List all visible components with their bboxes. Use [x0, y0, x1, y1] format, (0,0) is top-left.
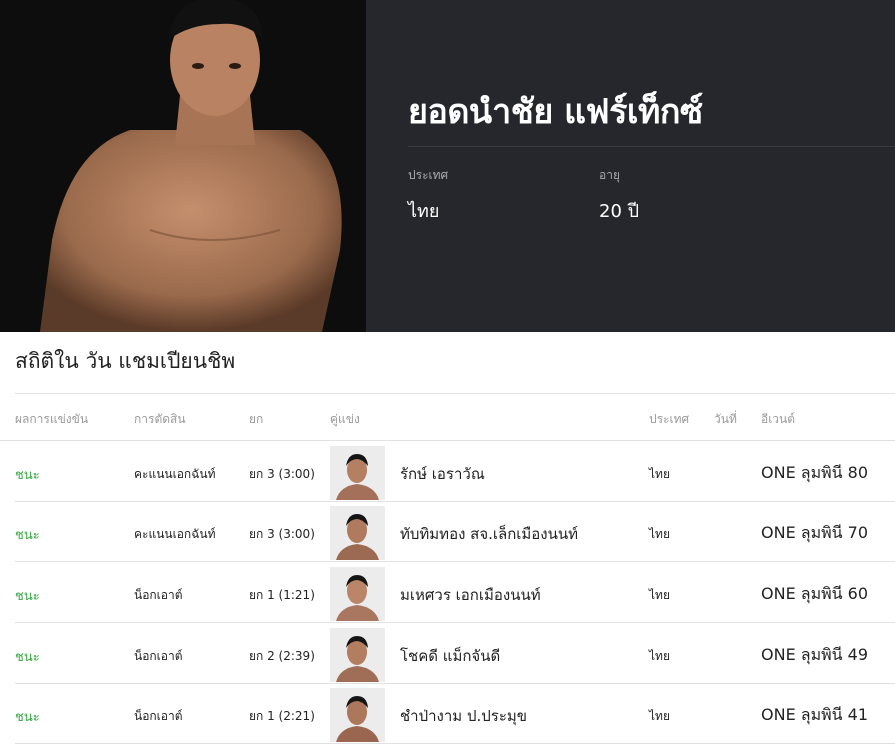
opponent-avatar[interactable] — [330, 506, 385, 560]
country-cell: ไทย — [649, 467, 670, 481]
opponent-avatar[interactable] — [330, 688, 385, 742]
age-label: อายุ — [599, 168, 620, 182]
country-cell: ไทย — [649, 527, 670, 541]
opponent-name[interactable]: มเหศวร เอกเมืองนนท์ — [400, 583, 541, 607]
opponent-portrait-icon — [330, 446, 385, 500]
result-cell: ชนะ — [15, 528, 40, 543]
fighter-name: ยอดนำชัย แฟร์เท็กซ์ — [408, 92, 703, 132]
age-value: 20 ปี — [599, 201, 640, 222]
opponent-avatar[interactable] — [330, 446, 385, 500]
event-link[interactable]: ONE ลุมพินี 60 — [761, 582, 868, 607]
country-cell: ไทย — [649, 588, 670, 602]
country-label: ประเทศ — [408, 168, 449, 182]
round-cell: ยก 3 (3:00) — [249, 467, 315, 481]
round-cell: ยก 1 (1:21) — [249, 588, 315, 602]
hero-divider — [408, 146, 895, 147]
stats-section-title: สถิติใน วัน แชมเปียนชิพ — [15, 349, 236, 373]
country-stat: ประเทศ ไทย — [408, 166, 448, 225]
country-cell: ไทย — [649, 709, 670, 723]
header-event: อีเวนต์ — [761, 412, 796, 426]
event-link[interactable]: ONE ลุมพินี 41 — [761, 703, 868, 728]
opponent-portrait-icon — [330, 567, 385, 621]
table-row[interactable]: ชนะ คะแนนเอกฉันท์ ยก 3 (3:00) รักษ์ เอรา… — [15, 442, 895, 502]
opponent-name[interactable]: โชคดี แม็กจันดี — [400, 644, 500, 668]
event-link[interactable]: ONE ลุมพินี 80 — [761, 461, 868, 486]
header-method: การตัดสิน — [134, 412, 186, 426]
opponent-portrait-icon — [330, 506, 385, 560]
round-cell: ยก 2 (2:39) — [249, 649, 315, 663]
opponent-name[interactable]: ชำป่างาม ป.ประมุข — [400, 704, 527, 728]
method-cell: น็อกเอาต์ — [134, 709, 183, 723]
event-link[interactable]: ONE ลุมพินี 70 — [761, 521, 868, 546]
opponent-avatar[interactable] — [330, 628, 385, 682]
result-cell: ชนะ — [15, 650, 40, 665]
header-country: ประเทศ — [649, 412, 690, 426]
opponent-name[interactable]: รักษ์ เอราวัณ — [400, 462, 485, 486]
method-cell: น็อกเอาต์ — [134, 588, 183, 602]
opponent-avatar[interactable] — [330, 567, 385, 621]
method-cell: คะแนนเอกฉันท์ — [134, 527, 216, 541]
table-row[interactable]: ชนะ น็อกเอาต์ ยก 2 (2:39) โชคดี แม็กจันด… — [15, 624, 895, 684]
header-opponent: คู่แข่ง — [330, 412, 360, 426]
event-link[interactable]: ONE ลุมพินี 49 — [761, 643, 868, 668]
result-cell: ชนะ — [15, 589, 40, 604]
method-cell: น็อกเอาต์ — [134, 649, 183, 663]
opponent-name[interactable]: ทับทิมทอง สจ.เล็กเมืองนนท์ — [400, 522, 578, 546]
header-result: ผลการแข่งขัน — [15, 412, 89, 426]
table-row[interactable]: ชนะ น็อกเอาต์ ยก 1 (2:21) ชำป่างาม ป.ประ… — [15, 684, 895, 744]
country-cell: ไทย — [649, 649, 670, 663]
age-stat: อายุ 20 ปี — [599, 166, 639, 225]
fighter-hero: ยอดนำชัย แฟร์เท็กซ์ ประเทศ ไทย อายุ 20 ป… — [0, 0, 895, 332]
method-cell: คะแนนเอกฉันท์ — [134, 467, 216, 481]
round-cell: ยก 1 (2:21) — [249, 709, 315, 723]
fighter-info: ยอดนำชัย แฟร์เท็กซ์ ประเทศ ไทย อายุ 20 ป… — [366, 0, 895, 332]
table-row[interactable]: ชนะ คะแนนเอกฉันท์ ยก 3 (3:00) ทับทิมทอง … — [15, 502, 895, 562]
fighter-portrait-icon — [0, 0, 366, 332]
header-date: วันที่ — [714, 412, 737, 426]
result-cell: ชนะ — [15, 468, 40, 483]
country-value: ไทย — [408, 201, 440, 222]
fighter-photo — [0, 0, 366, 332]
opponent-portrait-icon — [330, 628, 385, 682]
round-cell: ยก 3 (3:00) — [249, 527, 315, 541]
opponent-portrait-icon — [330, 688, 385, 742]
stats-table-header: ผลการแข่งขัน การตัดสิน ยก คู่แข่ง ประเทศ… — [0, 394, 895, 441]
header-round: ยก — [249, 412, 264, 426]
table-row[interactable]: ชนะ น็อกเอาต์ ยก 1 (1:21) มเหศวร เอกเมือ… — [15, 563, 895, 623]
result-cell: ชนะ — [15, 710, 40, 725]
